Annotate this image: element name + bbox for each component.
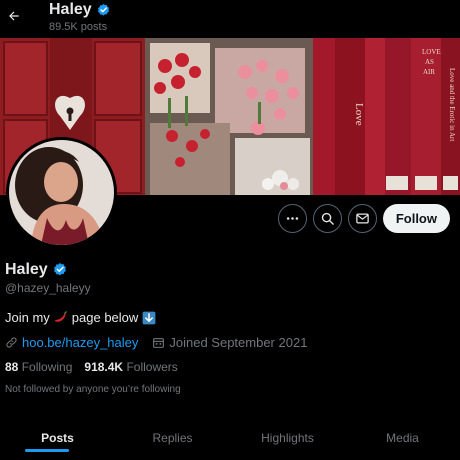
tab-highlights[interactable]: Highlights [230,415,345,460]
down-arrow-icon [142,311,156,324]
profile-stats: 88 Following 918.4K Followers [5,360,178,374]
link-icon [6,337,17,348]
avatar[interactable] [6,137,117,248]
not-followed-notice: Not followed by anyone you’re following [5,384,181,395]
book-title-love-as-air-1: LOVE [422,48,441,56]
tab-media-label: Media [386,430,419,445]
profile-display-name: Haley [5,261,48,278]
header-title: Haley [49,1,111,19]
book-title-love: Love [353,103,365,126]
back-button[interactable] [4,5,24,27]
avatar-photo [9,140,114,245]
joined-date: Joined September 2021 [169,335,308,350]
profile-meta: hoo.be/hazey_haley Joined September 2021 [5,335,307,350]
follow-button[interactable]: Follow [382,204,450,233]
message-button[interactable] [347,204,377,233]
active-tab-indicator [25,449,69,452]
header-name: Haley [49,1,92,18]
bio-text-end: page below [71,310,139,325]
book-title-love-as-air-3: AIR [423,68,435,76]
profile-handle: @hazey_haleyy [5,281,91,295]
followers-count: 918.4K [84,360,124,374]
tab-highlights-label: Highlights [261,430,314,445]
verified-badge-icon [97,3,109,16]
profile-actions: Follow [277,204,450,233]
tab-replies-label: Replies [152,430,193,445]
arrow-left-icon [9,11,19,21]
verified-badge-icon [53,263,66,276]
tab-replies[interactable]: Replies [115,415,230,460]
following-count: 88 [5,360,19,374]
more-horizontal-icon [286,217,298,220]
search-icon [321,212,334,225]
envelope-icon [356,213,369,224]
following-stat[interactable]: 88 Following [5,360,72,374]
posts-count: 89.5K posts [49,21,108,33]
search-button[interactable] [312,204,342,233]
profile-name: Haley [5,261,68,279]
followers-label: Followers [126,360,178,374]
chili-pepper-icon [54,311,68,322]
bio-text-start: Join my [5,310,50,325]
profile-tabs: Posts Replies Highlights Media [0,415,460,460]
profile-bio: Join my page below [5,310,156,325]
tab-media[interactable]: Media [345,415,460,460]
book-title-love-as-air-2: AS [425,58,434,66]
top-bar: Haley 89.5K posts [0,0,460,38]
following-label: Following [21,360,73,374]
tab-posts-label: Posts [41,430,74,445]
more-button[interactable] [277,204,307,233]
followers-stat[interactable]: 918.4K Followers [84,360,177,374]
calendar-icon [153,338,165,348]
profile-link[interactable]: hoo.be/hazey_haley [22,335,138,350]
tab-posts[interactable]: Posts [0,415,115,460]
book-title-erotic-art: Love and the Erotic in Art [448,68,456,141]
